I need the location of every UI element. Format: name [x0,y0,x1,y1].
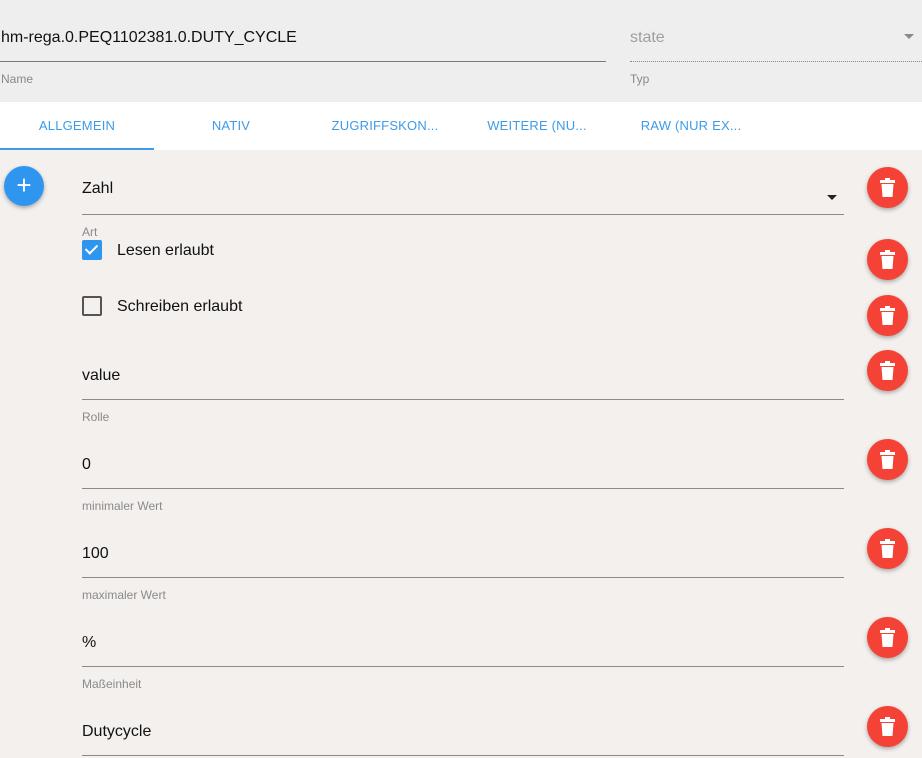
trash-icon [880,250,895,269]
trash-icon [880,539,895,558]
min-value-underline [82,488,844,489]
role-field[interactable]: value Rolle [82,367,844,427]
max-value-input[interactable]: 100 [82,545,109,563]
max-value-field[interactable]: 100 maximaler Wert [82,545,844,605]
unit-underline [82,666,844,667]
tab-nativ[interactable]: NATIV [154,102,308,150]
delete-description-button[interactable] [867,706,908,747]
art-select[interactable]: Zahl Art [82,180,844,250]
chevron-down-icon[interactable] [904,34,914,39]
read-allowed-checkbox[interactable] [82,240,102,260]
delete-min-value-button[interactable] [867,439,908,480]
name-field[interactable]: hm-rega.0.PEQ1102381.0.DUTY_CYCLE Name [0,0,606,102]
caret-down-icon[interactable] [827,195,837,200]
trash-icon [880,628,895,647]
unit-field[interactable]: % Maßeinheit [82,634,844,694]
type-select[interactable]: state Typ [630,0,922,102]
type-label: Typ [630,72,650,86]
delete-read-button[interactable] [867,239,908,280]
art-underline [82,214,844,215]
tab-weitere[interactable]: WEITERE (NU... [460,102,614,150]
object-header: hm-rega.0.PEQ1102381.0.DUTY_CYCLE Name s… [0,0,922,102]
trash-icon [880,450,895,469]
add-field-button[interactable]: + [4,166,44,206]
art-select-value[interactable]: Zahl [82,180,113,198]
general-form: + Zahl Art Lesen erlaubt Schreiben erlau… [0,150,922,758]
max-value-label: maximaler Wert [82,588,166,602]
delete-role-button[interactable] [867,350,908,391]
trash-icon [880,178,895,197]
name-underline [0,61,606,62]
type-underline [630,61,922,62]
type-select-value[interactable]: state [630,29,665,47]
unit-label: Maßeinheit [82,677,142,691]
delete-write-button[interactable] [867,295,908,336]
min-value-label: minimaler Wert [82,499,163,513]
min-value-input[interactable]: 0 [82,456,91,474]
description-underline [82,755,844,756]
art-label: Art [82,225,98,239]
tab-allgemein[interactable]: ALLGEMEIN [0,102,154,150]
unit-input[interactable]: % [82,634,96,652]
tab-raw[interactable]: RAW (NUR EX... [614,102,768,150]
write-allowed-label: Schreiben erlaubt [117,298,243,315]
trash-icon [880,717,895,736]
max-value-underline [82,577,844,578]
description-input[interactable]: Dutycycle [82,723,151,741]
delete-max-value-button[interactable] [867,528,908,569]
trash-icon [880,361,895,380]
delete-art-button[interactable] [867,167,908,208]
plus-icon: + [16,170,32,200]
trash-icon [880,306,895,325]
description-field[interactable]: Dutycycle [82,723,844,758]
tab-bar: ALLGEMEIN NATIV ZUGRIFFSKON... WEITERE (… [0,102,922,150]
name-input[interactable]: hm-rega.0.PEQ1102381.0.DUTY_CYCLE [1,29,297,47]
tab-zugriffskontrolle[interactable]: ZUGRIFFSKON... [308,102,462,150]
read-allowed-label: Lesen erlaubt [117,242,214,259]
write-allowed-checkbox[interactable] [82,296,102,316]
role-label: Rolle [82,410,110,424]
role-input[interactable]: value [82,367,120,385]
role-underline [82,399,844,400]
name-label: Name [1,72,34,86]
min-value-field[interactable]: 0 minimaler Wert [82,456,844,516]
delete-unit-button[interactable] [867,617,908,658]
